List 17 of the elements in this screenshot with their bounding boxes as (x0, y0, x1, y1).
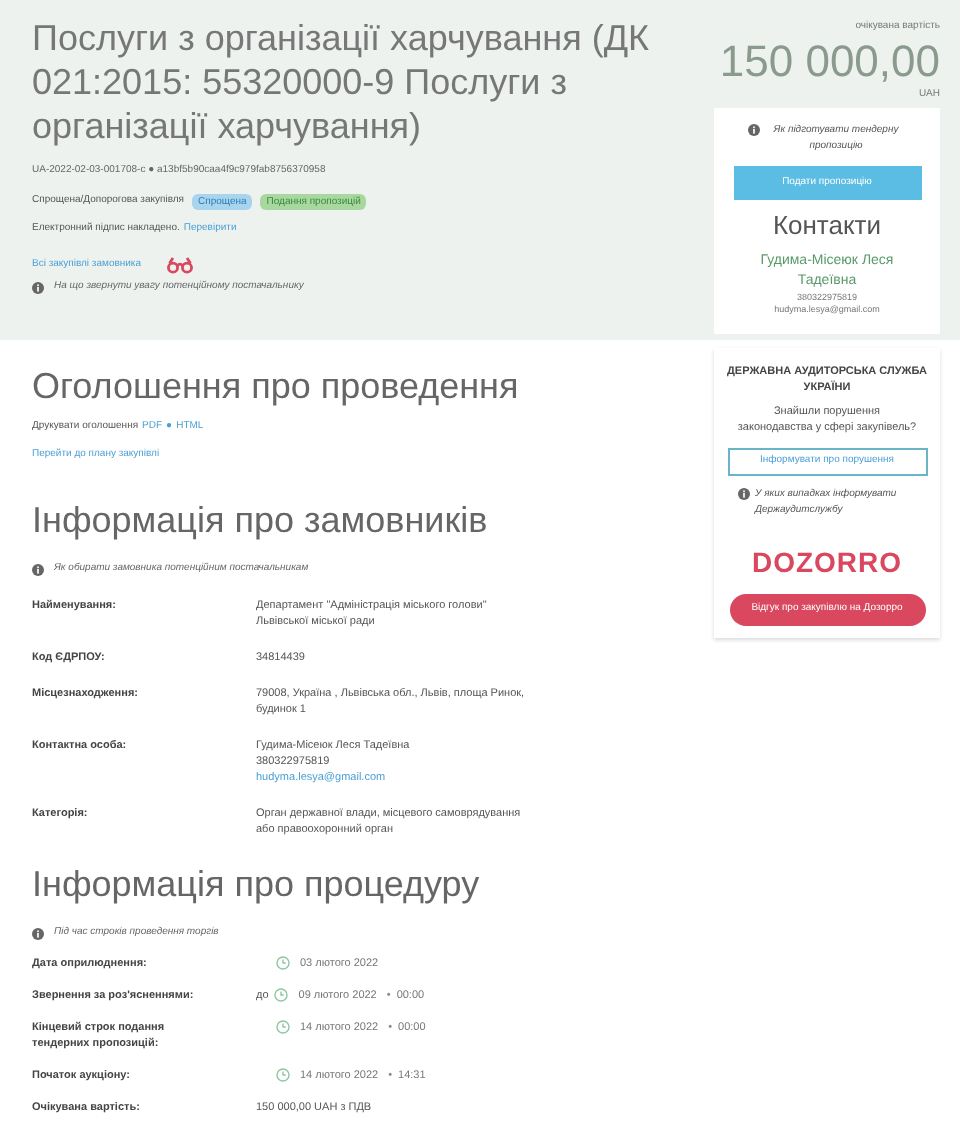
section-heading: Оголошення про проведення (32, 364, 521, 408)
price-amount: 150 000,00 (719, 35, 940, 87)
page-title: Послуги з організації харчування (ДК 021:2015: 55320000-9 Послуги з організації харчування) (32, 16, 652, 148)
contacts-heading: Контакти (772, 208, 882, 244)
section-heading: Інформація про процедуру (32, 861, 482, 906)
info-icon (32, 563, 44, 576)
clock-icon (276, 956, 290, 971)
section-heading: Інформація про замовників (32, 498, 490, 542)
clock-icon (276, 1068, 290, 1083)
info-icon (737, 488, 749, 500)
clock-icon (276, 1020, 290, 1035)
info-icon (747, 124, 759, 136)
clock-icon (274, 988, 289, 1003)
dozorro-logo: DOZORRO (751, 544, 903, 582)
info-icon (32, 927, 44, 939)
info-icon (32, 281, 44, 294)
glasses-icon[interactable] (165, 256, 194, 274)
